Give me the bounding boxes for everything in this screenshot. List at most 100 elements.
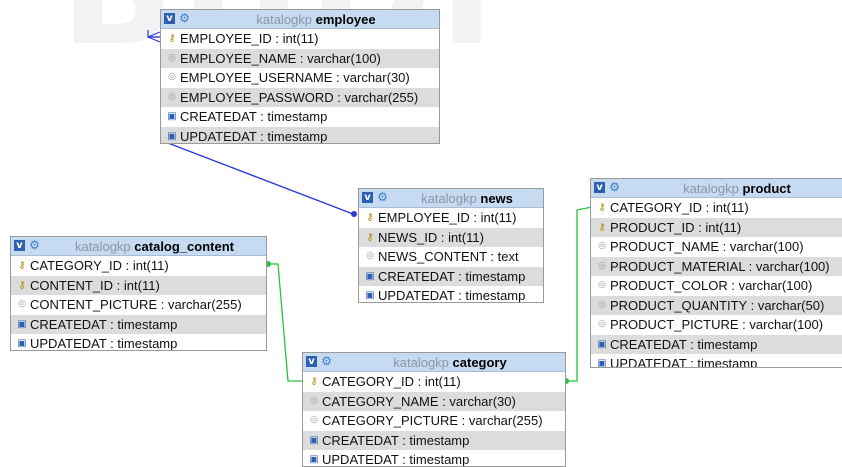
timestamp-icon: ▣ bbox=[167, 111, 177, 122]
table-row[interactable]: ▣ UPDATEDAT : timestamp bbox=[359, 286, 543, 302]
table-row[interactable]: ▣ CREATEDAT : timestamp bbox=[11, 314, 266, 334]
gear-icon[interactable]: ⚙ bbox=[178, 12, 191, 25]
timestamp-icon: ▣ bbox=[597, 358, 607, 368]
table-catalog-content[interactable]: v ⚙ katalogkp catalog_content ⚷ CATEGORY_ID … bbox=[10, 236, 267, 351]
collapse-toggle-icon[interactable]: v bbox=[306, 356, 317, 367]
table-row[interactable]: ◎ EMPLOYEE_PASSWORD : varchar(255) bbox=[161, 87, 439, 107]
collapse-toggle-icon[interactable]: v bbox=[594, 182, 605, 193]
table-employee[interactable]: v ⚙ katalogkp employee ⚷ EMPLOYEE_ID : int(1… bbox=[160, 9, 440, 144]
key-icon: ⚷ bbox=[18, 279, 26, 291]
collapse-toggle-icon[interactable]: v bbox=[14, 240, 25, 251]
relation-line bbox=[268, 263, 302, 382]
column-icon: ◎ bbox=[598, 260, 606, 271]
column-definition: CREATEDAT : timestamp bbox=[322, 432, 470, 448]
column-definition: CREATEDAT : timestamp bbox=[180, 109, 328, 124]
table-name: catalog_content bbox=[134, 239, 234, 254]
database-name: katalogkp bbox=[75, 239, 131, 254]
key-icon: ⚷ bbox=[310, 376, 318, 387]
column-definition: PRODUCT_MATERIAL : varchar(100) bbox=[610, 258, 830, 274]
table-row[interactable]: ⚷ CATEGORY_ID : int(11) bbox=[303, 372, 565, 392]
table-row[interactable]: ◎ CONTENT_PICTURE : varchar(255) bbox=[11, 295, 266, 315]
column-definition: EMPLOYEE_USERNAME : varchar(30) bbox=[180, 70, 410, 85]
table-title: katalogkp news bbox=[393, 190, 541, 207]
table-row[interactable]: ◎ EMPLOYEE_NAME : varchar(100) bbox=[161, 48, 439, 68]
gear-icon[interactable]: ⚙ bbox=[320, 355, 333, 368]
column-definition: CREATEDAT : timestamp bbox=[30, 316, 178, 332]
table-row[interactable]: ▣ CREATEDAT : timestamp bbox=[359, 266, 543, 286]
relation-line bbox=[147, 31, 161, 38]
table-news[interactable]: v ⚙ katalogkp news ⚷ EMPLOYEE_ID : int(11) ⚷ N… bbox=[358, 188, 544, 303]
column-definition: PRODUCT_NAME : varchar(100) bbox=[610, 239, 804, 254]
category-catalog-relation[interactable] bbox=[265, 261, 302, 382]
column-definition: CATEGORY_ID : int(11) bbox=[610, 200, 749, 215]
column-icon: ◎ bbox=[598, 241, 606, 251]
gear-icon[interactable]: ⚙ bbox=[376, 191, 389, 204]
timestamp-icon: ▣ bbox=[167, 130, 177, 142]
table-row[interactable]: ⚷ CATEGORY_ID : int(11) bbox=[11, 256, 266, 276]
table-row[interactable]: ◎ EMPLOYEE_USERNAME : varchar(30) bbox=[161, 68, 439, 88]
timestamp-icon: ▣ bbox=[597, 338, 607, 350]
timestamp-icon: ▣ bbox=[309, 434, 319, 446]
table-row[interactable]: ▣ CREATEDAT : timestamp bbox=[303, 430, 565, 450]
key-icon: ⚷ bbox=[598, 221, 606, 233]
column-definition: CONTENT_PICTURE : varchar(255) bbox=[30, 297, 242, 312]
table-name: employee bbox=[315, 12, 376, 27]
column-icon: ◎ bbox=[310, 415, 318, 425]
column-definition: CATEGORY_PICTURE : varchar(255) bbox=[322, 413, 543, 428]
table-row[interactable]: ◎ PRODUCT_QUANTITY : varchar(50) bbox=[591, 295, 842, 315]
column-definition: CATEGORY_NAME : varchar(30) bbox=[322, 393, 516, 409]
table-row[interactable]: ⚷ CONTENT_ID : int(11) bbox=[11, 275, 266, 295]
table-category[interactable]: v ⚙ katalogkp category ⚷ CATEGORY_ID : int(1… bbox=[302, 352, 566, 467]
column-icon: ◎ bbox=[18, 299, 26, 309]
table-row[interactable]: ▣ UPDATEDAT : timestamp bbox=[591, 354, 842, 368]
key-icon: ⚷ bbox=[366, 212, 374, 223]
table-row[interactable]: ▣ UPDATEDAT : timestamp bbox=[303, 450, 565, 466]
table-row[interactable]: ◎ CATEGORY_PICTURE : varchar(255) bbox=[303, 411, 565, 431]
column-definition: CREATEDAT : timestamp bbox=[378, 268, 526, 284]
table-header[interactable]: v ⚙ katalogkp employee bbox=[161, 10, 439, 29]
column-definition: CREATEDAT : timestamp bbox=[610, 336, 758, 352]
table-row[interactable]: ◎ PRODUCT_MATERIAL : varchar(100) bbox=[591, 256, 842, 276]
table-header[interactable]: v ⚙ katalogkp catalog_content bbox=[11, 237, 266, 256]
database-name: katalogkp bbox=[421, 191, 477, 206]
table-row[interactable]: ◎ PRODUCT_PICTURE : varchar(100) bbox=[591, 315, 842, 335]
table-row[interactable]: ◎ PRODUCT_NAME : varchar(100) bbox=[591, 237, 842, 257]
database-name: katalogkp bbox=[683, 181, 739, 196]
collapse-toggle-icon[interactable]: v bbox=[164, 13, 175, 24]
table-row[interactable]: ◎ NEWS_CONTENT : text bbox=[359, 247, 543, 267]
table-product[interactable]: v ⚙ katalogkp product ⚷ CATEGORY_ID : int(11… bbox=[590, 178, 842, 368]
table-row[interactable]: ▣ CREATEDAT : timestamp bbox=[591, 334, 842, 354]
table-row[interactable]: ⚷ EMPLOYEE_ID : int(11) bbox=[359, 208, 543, 228]
timestamp-icon: ▣ bbox=[17, 338, 27, 349]
column-icon: ◎ bbox=[168, 52, 176, 63]
table-row[interactable]: ▣ CREATEDAT : timestamp bbox=[161, 107, 439, 127]
column-icon: ◎ bbox=[598, 319, 606, 329]
table-row[interactable]: ◎ CATEGORY_NAME : varchar(30) bbox=[303, 391, 565, 411]
column-definition: PRODUCT_COLOR : varchar(100) bbox=[610, 278, 813, 293]
table-row[interactable]: ▣ UPDATEDAT : timestamp bbox=[161, 126, 439, 143]
gear-icon[interactable]: ⚙ bbox=[28, 239, 41, 252]
relation-line bbox=[565, 206, 593, 382]
table-row[interactable]: ⚷ NEWS_ID : int(11) bbox=[359, 227, 543, 247]
column-definition: CATEGORY_ID : int(11) bbox=[30, 258, 169, 273]
column-definition: PRODUCT_PICTURE : varchar(100) bbox=[610, 317, 824, 332]
table-row[interactable]: ⚷ PRODUCT_ID : int(11) bbox=[591, 217, 842, 237]
table-row[interactable]: ◎ PRODUCT_COLOR : varchar(100) bbox=[591, 276, 842, 296]
column-definition: UPDATEDAT : timestamp bbox=[610, 356, 758, 368]
table-row[interactable]: ⚷ CATEGORY_ID : int(11) bbox=[591, 198, 842, 218]
gear-icon[interactable]: ⚙ bbox=[608, 181, 621, 194]
table-row[interactable]: ▣ UPDATEDAT : timestamp bbox=[11, 334, 266, 350]
column-icon: ◎ bbox=[168, 91, 176, 102]
table-header[interactable]: v ⚙ katalogkp category bbox=[303, 353, 565, 372]
key-icon: ⚷ bbox=[18, 260, 26, 271]
category-product-relation[interactable] bbox=[563, 206, 593, 384]
column-definition: EMPLOYEE_ID : int(11) bbox=[378, 210, 517, 225]
table-row[interactable]: ⚷ EMPLOYEE_ID : int(11) bbox=[161, 29, 439, 49]
table-header[interactable]: v ⚙ katalogkp product bbox=[591, 179, 842, 198]
relation-line bbox=[147, 36, 161, 43]
table-title: katalogkp category bbox=[337, 354, 563, 371]
table-header[interactable]: v ⚙ katalogkp news bbox=[359, 189, 543, 208]
key-icon: ⚷ bbox=[366, 231, 374, 243]
collapse-toggle-icon[interactable]: v bbox=[362, 192, 373, 203]
column-definition: PRODUCT_ID : int(11) bbox=[610, 219, 742, 235]
